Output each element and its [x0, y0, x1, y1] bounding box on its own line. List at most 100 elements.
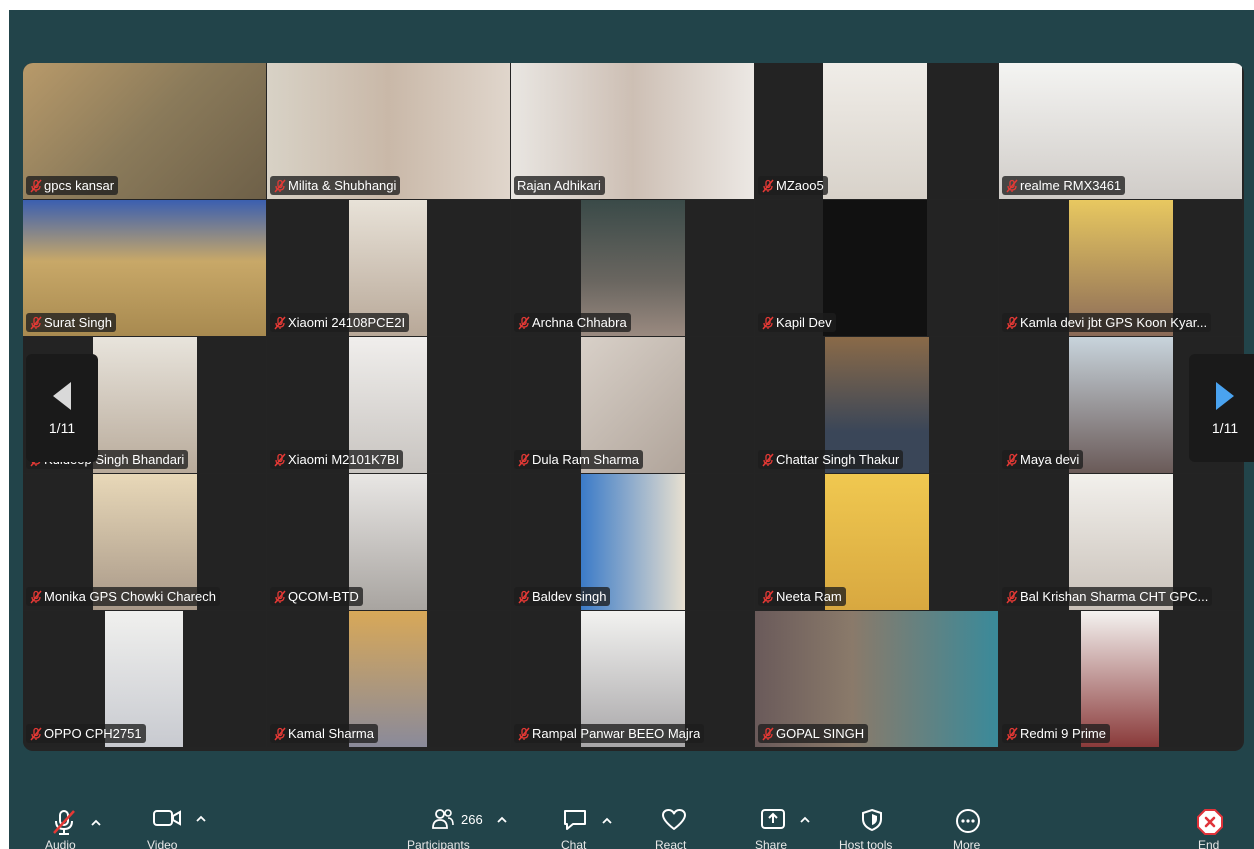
participant-name: MZaoo5 — [776, 178, 824, 193]
previous-page-button[interactable]: 1/11 — [26, 354, 98, 462]
participant-tile[interactable]: MZaoo5 — [755, 63, 998, 199]
video-label: Video — [147, 838, 178, 849]
participant-name: Dula Ram Sharma — [532, 452, 639, 467]
participant-tile[interactable]: Xiaomi 24108PCE2I — [267, 200, 510, 336]
participant-tile[interactable]: Baldev singh — [511, 474, 754, 610]
participant-video — [1069, 337, 1173, 473]
participant-name-tag: QCOM-BTD — [270, 587, 363, 606]
participant-name-tag: Redmi 9 Prime — [1002, 724, 1110, 743]
participant-name: Chattar Singh Thakur — [776, 452, 900, 467]
participant-tile[interactable]: Rampal Panwar BEEO Majra — [511, 611, 754, 747]
participant-tile[interactable]: gpcs kansar — [23, 63, 266, 199]
mic-muted-icon — [53, 810, 75, 835]
end-call-icon — [1197, 809, 1223, 835]
chevron-up-icon[interactable] — [497, 816, 507, 823]
end-label: End — [1198, 838, 1220, 849]
mic-muted-icon — [274, 453, 286, 466]
page-indicator-right: 1/11 — [1211, 420, 1239, 436]
participant-tile[interactable]: Milita & Shubhangi — [267, 63, 510, 199]
participant-tile[interactable]: Monika GPS Chowki Charech — [23, 474, 266, 610]
next-page-button[interactable]: 1/11 — [1189, 354, 1254, 462]
participant-name-tag: Archna Chhabra — [514, 313, 631, 332]
participant-tile[interactable]: Archna Chhabra — [511, 200, 754, 336]
chevron-up-icon[interactable] — [91, 819, 101, 826]
participant-tile[interactable]: Kamal Sharma — [267, 611, 510, 747]
audio-button[interactable] — [51, 808, 101, 836]
mic-muted-icon — [762, 453, 774, 466]
chat-label: Chat — [561, 838, 587, 849]
participant-name-tag: Xiaomi M2101K7BI — [270, 450, 404, 469]
more-label: More — [953, 838, 981, 849]
participant-name: Bal Krishan Sharma CHT GPC... — [1020, 589, 1209, 604]
participant-name-tag: Kapil Dev — [758, 313, 836, 332]
more-button[interactable] — [955, 808, 981, 834]
participant-name-tag: Dula Ram Sharma — [514, 450, 643, 469]
chevron-up-icon[interactable] — [602, 817, 612, 824]
share-screen-icon — [761, 809, 785, 829]
participant-video — [823, 63, 927, 199]
participant-name-tag: Xiaomi 24108PCE2I — [270, 313, 410, 332]
participants-button[interactable]: 266 — [431, 808, 507, 830]
participant-name-tag: gpcs kansar — [26, 176, 119, 195]
mic-muted-icon — [274, 727, 286, 740]
participant-tile[interactable]: Kapil Dev — [755, 200, 998, 336]
participant-tile[interactable]: Surat Singh — [23, 200, 266, 336]
react-button[interactable] — [661, 808, 687, 832]
participant-tile[interactable]: GOPAL SINGH — [755, 611, 998, 747]
mic-muted-icon — [762, 590, 774, 603]
chevron-up-icon[interactable] — [196, 815, 206, 822]
participant-tile[interactable]: Rajan Adhikari — [511, 63, 754, 199]
mic-muted-icon — [30, 590, 42, 603]
mic-muted-icon — [274, 590, 286, 603]
participant-name: Rajan Adhikari — [517, 178, 601, 193]
participant-name: Maya devi — [1020, 452, 1080, 467]
mic-muted-icon — [518, 727, 530, 740]
share-button[interactable] — [760, 808, 810, 830]
chat-button[interactable] — [562, 808, 612, 832]
participant-tile[interactable]: OPPO CPH2751 — [23, 611, 266, 747]
participant-name-tag: Surat Singh — [26, 313, 116, 332]
participant-tile[interactable]: Neeta Ram — [755, 474, 998, 610]
mic-muted-icon — [1006, 727, 1018, 740]
participant-name: gpcs kansar — [44, 178, 115, 193]
participant-name: Xiaomi 24108PCE2I — [288, 315, 406, 330]
mic-muted-icon — [518, 316, 530, 329]
mic-muted-icon — [30, 316, 42, 329]
participant-name: GOPAL SINGH — [776, 726, 865, 741]
participant-tile[interactable]: realme RMX3461 — [999, 63, 1242, 199]
participant-name: QCOM-BTD — [288, 589, 359, 604]
participant-name: Surat Singh — [44, 315, 112, 330]
mic-muted-icon — [1006, 453, 1018, 466]
mic-muted-icon — [30, 179, 42, 192]
chevron-up-icon[interactable] — [800, 816, 810, 823]
participant-name: Neeta Ram — [776, 589, 842, 604]
mic-muted-icon — [518, 453, 530, 466]
participant-tile[interactable]: QCOM-BTD — [267, 474, 510, 610]
participant-name: Xiaomi M2101K7BI — [288, 452, 400, 467]
share-label: Share — [755, 838, 788, 849]
participant-tile[interactable]: Chattar Singh Thakur — [755, 337, 998, 473]
participants-icon — [432, 809, 454, 829]
participant-tile[interactable]: Bal Krishan Sharma CHT GPC... — [999, 474, 1242, 610]
participant-tile[interactable]: Redmi 9 Prime — [999, 611, 1242, 747]
end-button[interactable] — [1196, 808, 1224, 836]
mic-muted-icon — [274, 179, 286, 192]
mic-muted-icon — [762, 316, 774, 329]
audio-label: Audio — [45, 838, 76, 849]
video-button[interactable] — [152, 808, 206, 828]
participant-tile[interactable]: Kamla devi jbt GPS Koon Kyar... — [999, 200, 1242, 336]
participant-name-tag: realme RMX3461 — [1002, 176, 1126, 195]
chevron-left-icon — [53, 382, 71, 410]
mic-muted-icon — [1006, 316, 1018, 329]
participant-tile[interactable]: Xiaomi M2101K7BI — [267, 337, 510, 473]
participant-name: OPPO CPH2751 — [44, 726, 142, 741]
host-tools-button[interactable] — [861, 808, 883, 832]
participant-name-tag: Chattar Singh Thakur — [758, 450, 904, 469]
participant-tile[interactable]: Dula Ram Sharma — [511, 337, 754, 473]
participant-name: Rampal Panwar BEEO Majra — [532, 726, 701, 741]
more-icon — [956, 809, 980, 833]
participant-name-tag: Maya devi — [1002, 450, 1084, 469]
participant-name-tag: Kamla devi jbt GPS Koon Kyar... — [1002, 313, 1212, 332]
mic-muted-icon — [1006, 179, 1018, 192]
participant-name-tag: MZaoo5 — [758, 176, 828, 195]
